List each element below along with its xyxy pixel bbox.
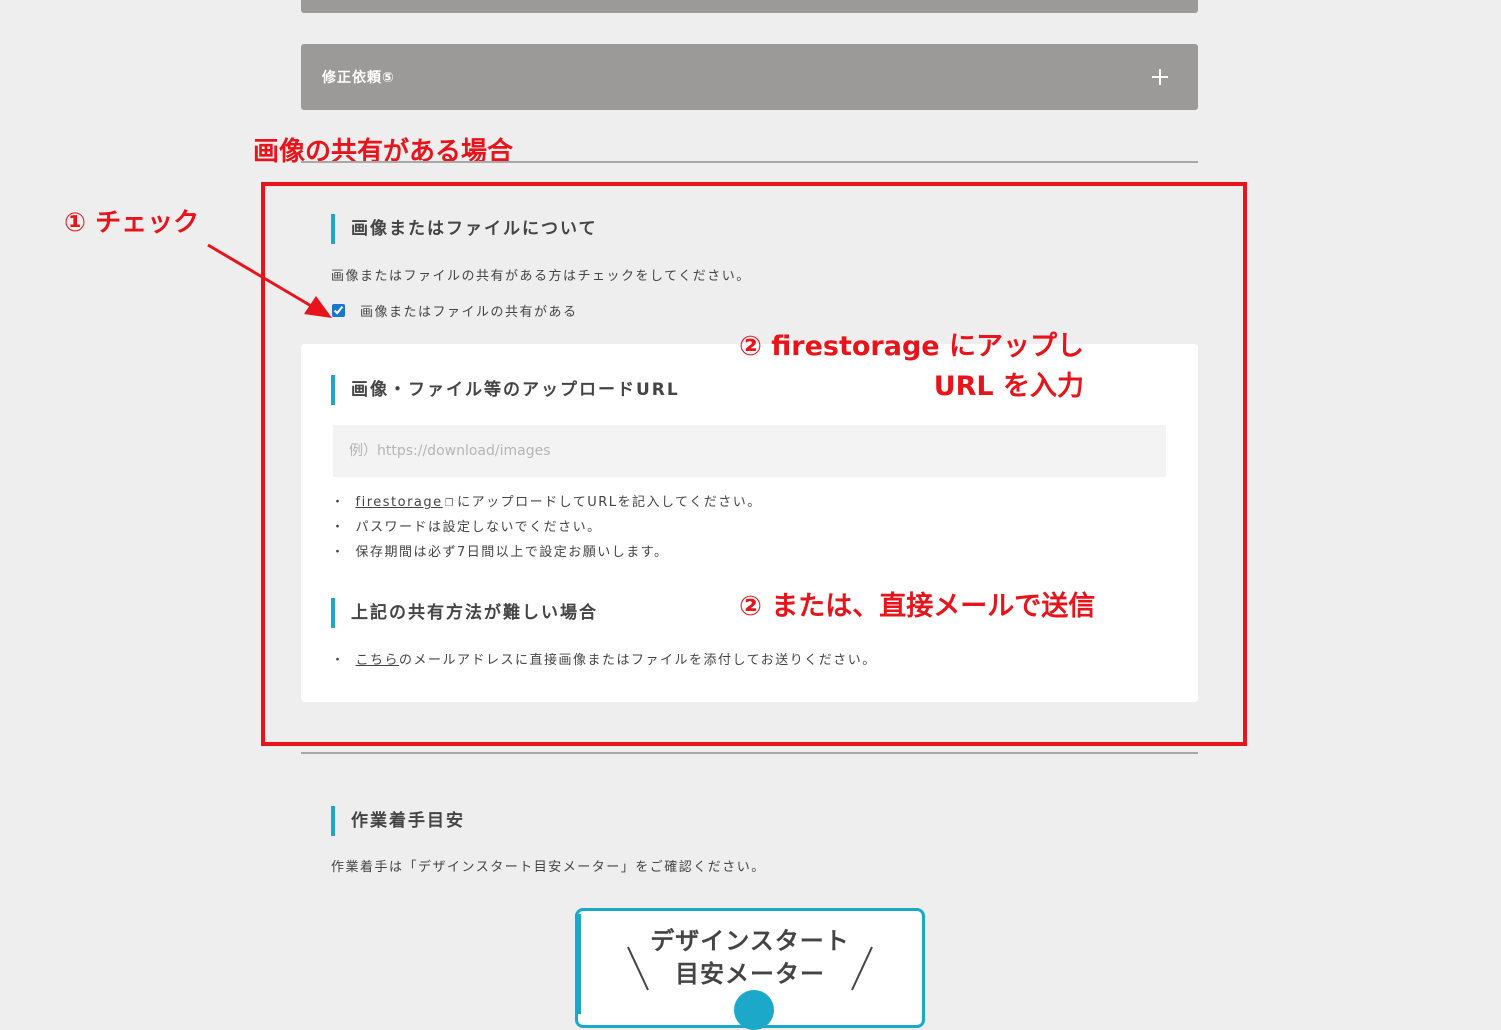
accordion-label: 修正依頼⑤ [322, 70, 395, 86]
note-text: にアップロードしてURLを記入してください。 [457, 495, 762, 510]
divider [301, 161, 1198, 163]
upload-url-input[interactable] [333, 425, 1166, 477]
annotation-step-mail: ② または、直接メールで送信 [739, 591, 1096, 622]
plus-icon[interactable] [1122, 44, 1198, 110]
annotation-arrow-icon [207, 243, 332, 318]
note-text: パスワードは設定しないでください。 [355, 520, 602, 535]
mail-link[interactable]: こちら [356, 653, 400, 668]
section-heading-upload-url: 画像・ファイル等のアップロードURL [331, 375, 680, 405]
upload-notes: ・ firestorage ❐ にアップロードしてURLを記入してください。 ・パスワ… [331, 493, 762, 568]
external-link-icon: ❐ [444, 498, 456, 509]
share-checkbox-label: 画像またはファイルの共有がある [360, 305, 578, 320]
list-item: ・パスワードは設定しないでください。 [331, 520, 602, 535]
mail-note: ・こちらのメールアドレスに直接画像またはファイルを添付してお送りください。 [331, 653, 877, 668]
divider [301, 752, 1198, 754]
meter-accent [575, 914, 581, 1014]
meter-title: デザインスタート 目安メーター [625, 925, 875, 991]
note-text: 保存期間は必ず7日間以上で設定お願いします。 [355, 545, 669, 560]
section-heading-difficult: 上記の共有方法が難しい場合 [331, 598, 598, 628]
meter-dial-icon [734, 990, 774, 1030]
share-checkbox[interactable] [332, 304, 345, 317]
work-start-description: 作業着手は「デザインスタート目安メーター」をご確認ください。 [331, 860, 766, 875]
meter-title-line: 目安メーター [675, 960, 825, 988]
accordion-revision-request-5[interactable]: 修正依頼⑤ [301, 44, 1198, 110]
annotation-line: ② firestorage にアップし [739, 331, 1085, 362]
meter-title-line: デザインスタート [650, 927, 850, 955]
firestorage-link[interactable]: firestorage [356, 495, 443, 510]
section-heading-work-start: 作業着手目安 [331, 806, 465, 836]
section-heading-image-file: 画像またはファイルについて [331, 214, 598, 244]
image-file-description: 画像またはファイルの共有がある方はチェックをしてください。 [331, 269, 751, 284]
list-item: ・ firestorage ❐ にアップロードしてURLを記入してください。 [331, 495, 762, 510]
annotation-step-check: ① チェック [64, 208, 200, 238]
share-checkbox-row[interactable]: 画像またはファイルの共有がある [331, 301, 578, 320]
annotation-line: URL を入力 [933, 371, 1085, 402]
list-item: ・保存期間は必ず7日間以上で設定お願いします。 [331, 545, 669, 560]
mail-note-text: のメールアドレスに直接画像またはファイルを添付してお送りください。 [399, 653, 877, 668]
accordion-previous[interactable] [301, 0, 1198, 13]
annotation-step-upload: ② firestorage にアップし URL を入力 [739, 327, 1084, 407]
